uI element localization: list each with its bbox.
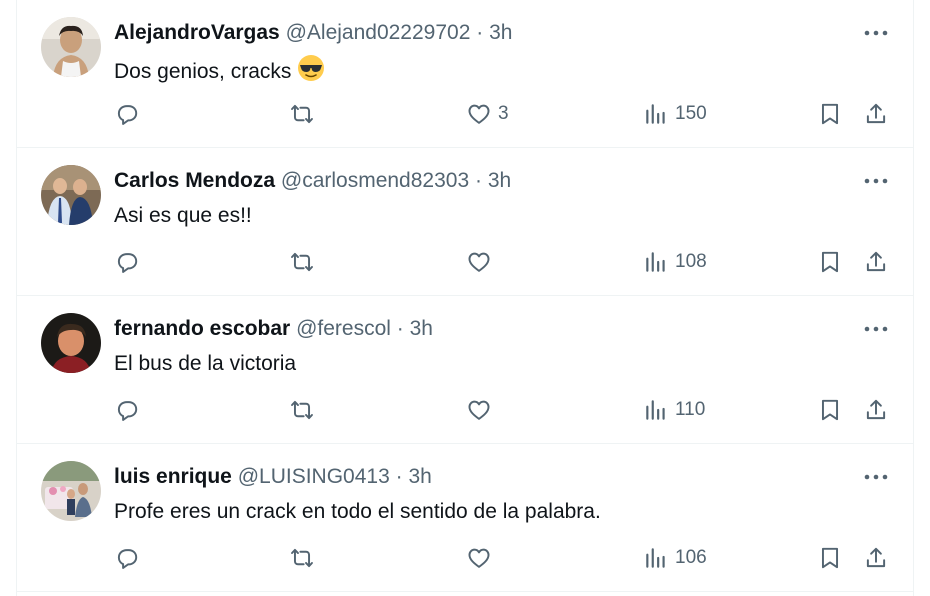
bookmark-icon [821,399,839,421]
more-icon[interactable] [863,22,889,44]
bookmark-icon [821,103,839,125]
like-button[interactable] [466,394,498,426]
heart-icon [468,104,490,124]
reply-icon [117,105,138,125]
tweet-header: AlejandroVargas @Alejand02229702 · 3h [114,20,512,46]
author-name[interactable]: AlejandroVargas [114,21,280,44]
view-count: 106 [675,547,707,568]
like-count: 3 [498,103,509,124]
avatar[interactable] [41,313,101,373]
reply-icon [117,549,138,569]
reply-icon [117,253,138,273]
tweet-actions: 106 [17,542,913,574]
reply-feed: AlejandroVargas @Alejand02229702 · 3h Do… [16,0,914,596]
tweet-header: Carlos Mendoza @carlosmend82303 · 3h [114,168,511,194]
tweet-text-content: El bus de la victoria [114,352,297,375]
reply-button[interactable] [114,246,140,278]
more-icon[interactable] [863,466,889,488]
share-button[interactable] [863,246,889,278]
tweet-text: Profe eres un crack en todo el sentido d… [114,498,601,526]
separator-dot: · [474,169,482,192]
bookmark-button[interactable] [817,394,843,426]
separator-dot: · [395,465,403,488]
share-button[interactable] [863,542,889,574]
tweet-text-content: Asi es que es!! [114,204,252,227]
retweet-icon [291,252,313,272]
author-handle[interactable]: @carlosmend82303 [281,169,469,192]
heart-icon [468,252,490,272]
tweet-text: Dos genios, cracks [114,54,325,90]
author-name[interactable]: fernando escobar [114,317,290,340]
view-count: 108 [675,251,707,272]
retweet-button[interactable] [289,98,315,130]
tweet-header: luis enrique @LUISING0413 · 3h [114,464,432,490]
reply-button[interactable] [114,542,140,574]
views-chart-icon [646,548,665,568]
view-count: 110 [675,399,706,420]
retweet-button[interactable] [289,394,315,426]
reply-button[interactable] [114,98,140,130]
tweet-actions: 3 150 [17,98,913,130]
timestamp[interactable]: 3h [488,169,511,192]
bookmark-icon [821,547,839,569]
tweet-actions: 110 [17,394,913,426]
tweet-item[interactable]: fernando escobar @ferescol · 3h El bus d… [17,296,913,444]
share-icon [866,103,886,124]
bookmark-icon [821,251,839,273]
timestamp[interactable]: 3h [410,317,433,340]
author-handle[interactable]: @Alejand02229702 [286,21,471,44]
retweet-button[interactable] [289,246,315,278]
retweet-icon [291,548,313,568]
sunglasses-emoji-icon [297,54,325,90]
reply-button[interactable] [114,394,140,426]
like-button[interactable]: 3 [466,98,509,130]
separator-dot: · [476,21,484,44]
tweet-header: fernando escobar @ferescol · 3h [114,316,433,342]
tweet-text-content: Dos genios, cracks [114,60,292,83]
share-icon [866,251,886,272]
views-chart-icon [646,400,665,420]
timestamp[interactable]: 3h [489,21,512,44]
tweet-item[interactable]: AlejandroVargas @Alejand02229702 · 3h Do… [17,0,913,148]
heart-icon [468,548,490,568]
author-name[interactable]: Carlos Mendoza [114,169,275,192]
bookmark-button[interactable] [817,98,843,130]
view-count: 150 [675,103,707,124]
share-button[interactable] [863,98,889,130]
separator-dot: · [396,317,404,340]
share-icon [866,547,886,568]
views-chart-icon [646,252,665,272]
author-name[interactable]: luis enrique [114,465,232,488]
retweet-icon [291,400,313,420]
author-handle[interactable]: @ferescol [296,317,391,340]
bookmark-button[interactable] [817,246,843,278]
reply-icon [117,401,138,421]
like-button[interactable] [466,542,498,574]
timestamp[interactable]: 3h [408,465,431,488]
retweet-icon [291,104,313,124]
tweet-item[interactable]: Carlos Mendoza @carlosmend82303 · 3h Asi… [17,148,913,296]
retweet-button[interactable] [289,542,315,574]
share-icon [866,399,886,420]
views-button[interactable]: 110 [643,394,705,426]
avatar[interactable] [41,461,101,521]
author-handle[interactable]: @LUISING0413 [238,465,390,488]
heart-icon [468,400,490,420]
avatar[interactable] [41,17,101,77]
avatar[interactable] [41,165,101,225]
tweet-item[interactable]: luis enrique @LUISING0413 · 3h Profe ere… [17,444,913,592]
like-button[interactable] [466,246,498,278]
tweet-text: El bus de la victoria [114,350,296,378]
share-button[interactable] [863,394,889,426]
views-button[interactable]: 108 [643,246,707,278]
more-icon[interactable] [863,170,889,192]
tweet-text: Asi es que es!! [114,202,252,230]
views-button[interactable]: 106 [643,542,707,574]
more-icon[interactable] [863,318,889,340]
views-button[interactable]: 150 [643,98,707,130]
tweet-text-content: Profe eres un crack en todo el sentido d… [114,500,601,523]
tweet-actions: 108 [17,246,913,278]
views-chart-icon [646,104,665,124]
bookmark-button[interactable] [817,542,843,574]
